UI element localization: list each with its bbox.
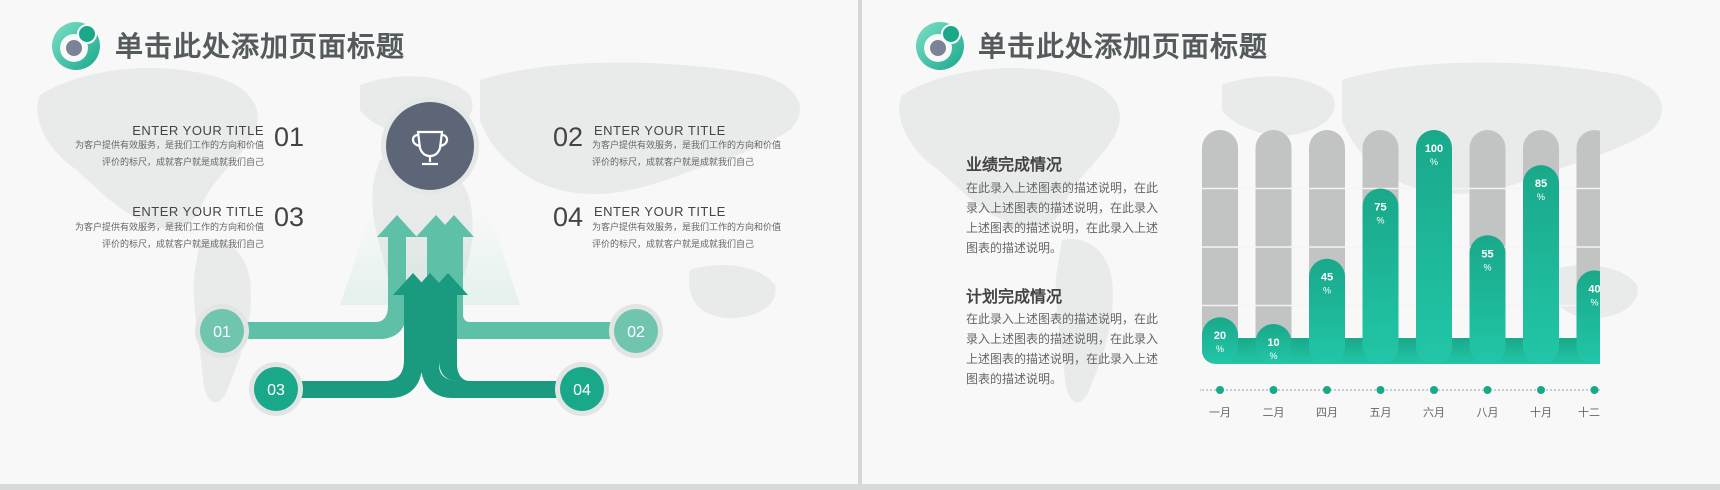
section1-paragraph: 在此录入上述图表的描述说明，在此 录入上述图表的描述说明，在此录入 上述图表的描… bbox=[966, 178, 1176, 258]
x-tick-label: 二月 bbox=[1263, 407, 1285, 419]
item-01-desc: 为客户提供有效服务，是我们工作的方向和价值 评价的标尺，成就客户就是成就我们自己 bbox=[74, 137, 264, 171]
section1-heading: 业绩完成情况 bbox=[966, 157, 1063, 174]
arrow-badge-02-label: 02 bbox=[627, 324, 645, 341]
x-axis-marker bbox=[1483, 386, 1492, 394]
x-axis-marker bbox=[1216, 386, 1224, 394]
x-tick-label: 六月 bbox=[1423, 406, 1445, 419]
x-axis-marker bbox=[1376, 386, 1385, 394]
bar-unit-label: % bbox=[1537, 192, 1545, 202]
bar-unit-label: % bbox=[1216, 344, 1224, 354]
slide-left: 单击此处添加页面标题 ENTER YOUR TITLE 为客户提供有效服务，是我… bbox=[0, 0, 858, 484]
bar-unit-label: % bbox=[1376, 216, 1384, 226]
item-02-title: ENTER YOUR TITLE bbox=[594, 123, 726, 138]
bar-chart: 20% 10% 45% 75% 100% 55% 85% 40% 一月 二月 四月 五月 六月 八月 十月 十… bbox=[1200, 130, 1600, 419]
stage: 单击此处添加页面标题 ENTER YOUR TITLE 为客户提供有效服务，是我… bbox=[0, 0, 1720, 490]
section2-line: 录入上述图表的描述说明，在此录入 bbox=[966, 332, 1159, 346]
bar-value-label: 45 bbox=[1321, 272, 1333, 284]
bar-value-label: 10 bbox=[1267, 337, 1279, 349]
trophy-badge bbox=[381, 97, 479, 195]
section1-line: 图表的描述说明。 bbox=[966, 241, 1063, 255]
section2-line: 图表的描述说明。 bbox=[966, 372, 1063, 386]
bar-value-label: 40 bbox=[1588, 283, 1600, 295]
x-tick-label: 五月 bbox=[1370, 407, 1392, 419]
logo-icon bbox=[52, 22, 100, 70]
page-title: 单击此处添加页面标题 bbox=[978, 31, 1269, 62]
bar-value-label: 100 bbox=[1425, 143, 1443, 155]
bar-unit-label: % bbox=[1430, 157, 1438, 167]
section2-line: 在此录入上述图表的描述说明，在此 bbox=[966, 312, 1159, 326]
x-tick-label: 十月 bbox=[1530, 405, 1552, 419]
bar-value-label: 85 bbox=[1535, 178, 1547, 190]
x-axis-marker bbox=[1269, 386, 1278, 394]
x-axis-marker bbox=[1590, 386, 1599, 394]
section1-line: 在此录入上述图表的描述说明，在此 bbox=[966, 181, 1159, 195]
bar-value-label: 75 bbox=[1374, 202, 1386, 214]
arrow-badge-01-label: 01 bbox=[213, 324, 231, 341]
x-tick-label: 四月 bbox=[1316, 407, 1338, 419]
x-tick-label: 一月 bbox=[1209, 407, 1231, 419]
logo-icon bbox=[916, 22, 964, 70]
arrow-badge-03-label: 03 bbox=[267, 382, 285, 399]
bar-unit-label: % bbox=[1483, 262, 1491, 272]
item-01-desc-line2: 评价的标尺，成就客户就是成就我们自己 bbox=[101, 157, 264, 167]
item-02-desc-line2: 评价的标尺，成就客户就是成就我们自己 bbox=[592, 157, 755, 167]
x-axis-marker bbox=[1430, 386, 1438, 394]
x-tick-label: 八月 bbox=[1477, 407, 1499, 419]
arrows-diagram: 01 02 03 04 bbox=[195, 215, 663, 416]
section1-line: 上述图表的描述说明，在此录入上述 bbox=[966, 221, 1159, 235]
item-01-number: 01 bbox=[274, 122, 305, 152]
arrow-badge-04-label: 04 bbox=[573, 382, 591, 399]
bar-unit-label: % bbox=[1323, 286, 1331, 296]
axis-end-dot bbox=[1200, 388, 1201, 392]
x-tick-label: 十二月 bbox=[1578, 405, 1600, 419]
section2-heading: 计划完成情况 bbox=[966, 289, 1063, 306]
bottom-strip bbox=[0, 484, 1720, 490]
bar-unit-label: % bbox=[1590, 297, 1598, 307]
section2-line: 上述图表的描述说明，在此录入上述 bbox=[966, 352, 1159, 366]
item-02-desc: 为客户提供有效服务，是我们工作的方向和价值 评价的标尺，成就客户就是成就我们自己 bbox=[592, 137, 782, 171]
bar-value-label: 20 bbox=[1214, 330, 1226, 342]
section2-paragraph: 在此录入上述图表的描述说明，在此 录入上述图表的描述说明，在此录入 上述图表的描… bbox=[966, 309, 1176, 389]
section1-line: 录入上述图表的描述说明，在此录入 bbox=[966, 201, 1159, 215]
item-02-number: 02 bbox=[553, 122, 584, 152]
x-axis-marker bbox=[1537, 386, 1545, 394]
slide-right: 单击此处添加页面标题 业绩完成情况 在此录入上述图表的描述说明，在此 录入上述图… bbox=[862, 0, 1720, 484]
item-01-desc-line1: 为客户提供有效服务，是我们工作的方向和价值 bbox=[74, 140, 264, 150]
item-01-title: ENTER YOUR TITLE bbox=[132, 123, 264, 138]
bar-unit-label: % bbox=[1269, 351, 1277, 361]
bar-value-label: 55 bbox=[1481, 248, 1493, 260]
page-title: 单击此处添加页面标题 bbox=[115, 31, 406, 62]
item-02-desc-line1: 为客户提供有效服务，是我们工作的方向和价值 bbox=[592, 140, 782, 150]
x-axis-marker bbox=[1323, 386, 1331, 394]
